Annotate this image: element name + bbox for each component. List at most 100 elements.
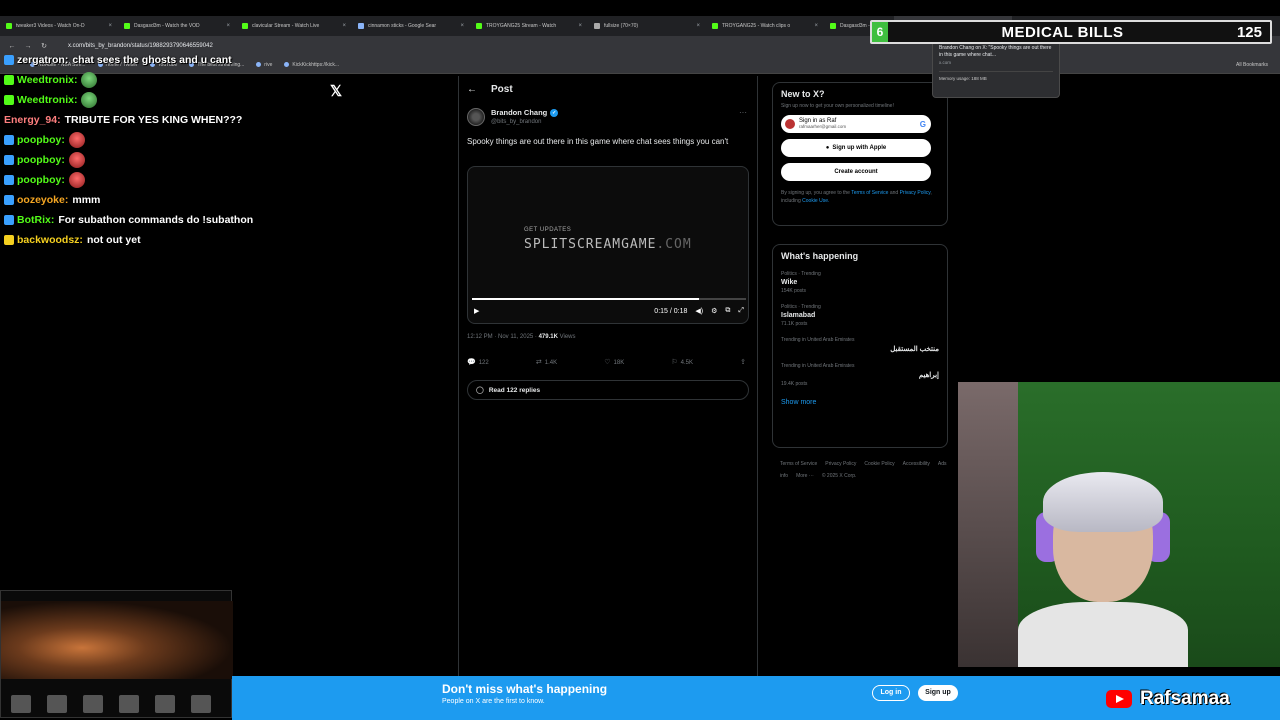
chat-text: For subathon commands do !subathon: [58, 214, 254, 226]
post-author[interactable]: Brandon Chang ✓ @bits_by_brandon: [467, 108, 559, 126]
close-icon[interactable]: ×: [226, 23, 230, 29]
signup-button[interactable]: Sign up: [918, 685, 958, 701]
reply-button[interactable]: 💬 122: [467, 358, 489, 366]
chat-username[interactable]: Weedtronix:: [17, 94, 77, 106]
trend-count: 19.4K posts: [781, 381, 808, 387]
tab-label: fullsize (70×70): [604, 23, 639, 29]
chat-username[interactable]: Energy_94:: [4, 114, 61, 126]
close-icon[interactable]: ×: [108, 23, 112, 29]
video-player[interactable]: GET UPDATES SPLITSCREAMGAME.COM ▶ 0:15 /…: [467, 166, 749, 324]
trend-item[interactable]: Trending in United Arab Emirates منتخب ال…: [781, 337, 939, 353]
chat-username[interactable]: Weedtronix:: [17, 74, 77, 86]
chat-username[interactable]: poopboy:: [17, 134, 65, 146]
chat-message: Energy_94: TRIBUTE FOR YES KING WHEN???: [4, 110, 304, 130]
like-button[interactable]: ♡ 18K: [604, 358, 624, 366]
read-replies-button[interactable]: ◯ Read 122 replies: [467, 380, 749, 400]
thumbnail[interactable]: [155, 695, 175, 713]
bookmark-button[interactable]: ⚐ 4.5K: [671, 358, 693, 366]
all-bookmarks[interactable]: All Bookmarks: [1236, 62, 1268, 68]
chat-emote-icon: [81, 72, 98, 88]
chat-username[interactable]: zergatron:: [17, 54, 68, 66]
browser-tab[interactable]: TROYGANG25 - Watch clips o ×: [706, 16, 824, 36]
footer-link[interactable]: Privacy Policy: [825, 461, 856, 467]
browser-tab[interactable]: Dasgasd3m - Watch the VOD ×: [118, 16, 236, 36]
fullscreen-icon[interactable]: ⤢: [738, 307, 744, 315]
chat-message: backwoodsz: not out yet: [4, 230, 304, 250]
share-icon: ⇪: [740, 359, 746, 366]
chat-bubble-icon: ◯: [476, 387, 484, 394]
streamer: [1018, 472, 1188, 667]
play-icon[interactable]: ▶: [474, 307, 479, 315]
channel-name: Rafsamaa: [1140, 688, 1230, 709]
close-icon[interactable]: ×: [696, 23, 700, 29]
tab-favicon-icon: [476, 23, 482, 29]
footer-link[interactable]: © 2025 X Corp.: [822, 473, 857, 479]
browser-tab[interactable]: tweaker3 Videos - Watch On-D ×: [0, 16, 118, 36]
chat-username[interactable]: oozeyoke:: [17, 194, 68, 206]
create-account-button[interactable]: Create account: [781, 163, 931, 181]
footer-link[interactable]: Accessibility: [903, 461, 930, 467]
chat-username[interactable]: BotRix:: [17, 214, 54, 226]
thumbnail[interactable]: [119, 695, 139, 713]
share-button[interactable]: ⇪: [740, 358, 749, 366]
tab-label: TROYGANG25 - Watch clips o: [722, 23, 791, 29]
screen: tweaker3 Videos - Watch On-D × Dasgasd3m -…: [0, 0, 1280, 720]
browser-tab[interactable]: TROYGANG25 Stream - Watch ×: [470, 16, 588, 36]
show-more-link[interactable]: Show more: [781, 399, 939, 406]
pip-icon[interactable]: ⧉: [725, 307, 730, 315]
tab-favicon-icon: [712, 23, 718, 29]
login-button[interactable]: Log in: [872, 685, 910, 701]
author-name[interactable]: Brandon Chang ✓: [491, 108, 559, 117]
close-icon[interactable]: ×: [578, 23, 582, 29]
repost-button[interactable]: ⇄ 1.4K: [536, 358, 557, 366]
streamer-shirt: [1018, 602, 1188, 667]
browser-tab[interactable]: clavicular Stream - Watch Live ×: [236, 16, 352, 36]
footer-link[interactable]: More ···: [796, 473, 814, 479]
url-input[interactable]: x.com/bits_by_brandon/status/19882937906…: [68, 43, 213, 49]
youtube-icon: [1106, 690, 1132, 708]
apple-signup-button[interactable]: ● Sign up with Apple: [781, 139, 931, 157]
chat-message: BotRix: For subathon commands do !subatho…: [4, 210, 304, 230]
browser-tab[interactable]: cinnamon sticks - Google Sear ×: [352, 16, 470, 36]
chat-username[interactable]: poopboy:: [17, 174, 65, 186]
footer-link[interactable]: Terms of Service: [780, 461, 817, 467]
apple-icon: ●: [825, 145, 830, 151]
chat-message: oozeyoke: mmm: [4, 190, 304, 210]
author-handle[interactable]: @bits_by_brandon: [491, 119, 558, 125]
video-get-updates: GET UPDATES: [524, 227, 572, 233]
video-progress-bar[interactable]: [472, 298, 746, 300]
avatar[interactable]: [467, 108, 485, 126]
stream-chat: zergatron: chat sees the ghosts and u can…: [4, 50, 304, 250]
terms-link[interactable]: Terms of Service: [851, 190, 888, 196]
cookie-link[interactable]: Cookie Use.: [802, 198, 829, 204]
tab-label: clavicular Stream - Watch Live: [252, 23, 320, 29]
close-icon[interactable]: ×: [814, 23, 818, 29]
mini-video-thumbnails: [1, 691, 233, 717]
forward-icon[interactable]: →: [24, 43, 32, 50]
trend-item[interactable]: Politics · Trending Islamabad 71.1K posts: [781, 304, 939, 327]
volume-icon[interactable]: ◀): [695, 307, 703, 315]
trend-name: Islamabad: [781, 312, 816, 319]
close-icon[interactable]: ×: [460, 23, 464, 29]
privacy-link[interactable]: Privacy Policy: [900, 190, 931, 196]
settings-icon[interactable]: ⚙: [711, 307, 717, 315]
browser-tab[interactable]: fullsize (70×70) ×: [588, 16, 706, 36]
trend-item[interactable]: Politics · Trending Wike 154K posts: [781, 271, 939, 294]
thumbnail[interactable]: [11, 695, 31, 713]
back-icon[interactable]: ←: [8, 43, 16, 50]
footer-link[interactable]: Cookie Policy: [864, 461, 894, 467]
trend-item[interactable]: Trending in United Arab Emirates إبراهيم 1…: [781, 363, 939, 387]
post-text: Spooky things are out there in this game…: [467, 137, 729, 146]
google-signin-button[interactable]: Sign in as Raf rafmaarher@gmail.com G: [781, 115, 931, 133]
thumbnail[interactable]: [47, 695, 67, 713]
chat-username[interactable]: backwoodsz:: [17, 234, 83, 246]
back-arrow-icon[interactable]: ←: [467, 84, 477, 95]
chat-username[interactable]: poopboy:: [17, 154, 65, 166]
more-options-icon[interactable]: ···: [739, 108, 747, 117]
thumbnail[interactable]: [191, 695, 211, 713]
mini-video-player[interactable]: [0, 590, 233, 718]
chat-message: Weedtronix:: [4, 90, 304, 110]
close-icon[interactable]: ×: [342, 23, 346, 29]
thumbnail[interactable]: [83, 695, 103, 713]
reload-icon[interactable]: ↻: [40, 42, 48, 50]
